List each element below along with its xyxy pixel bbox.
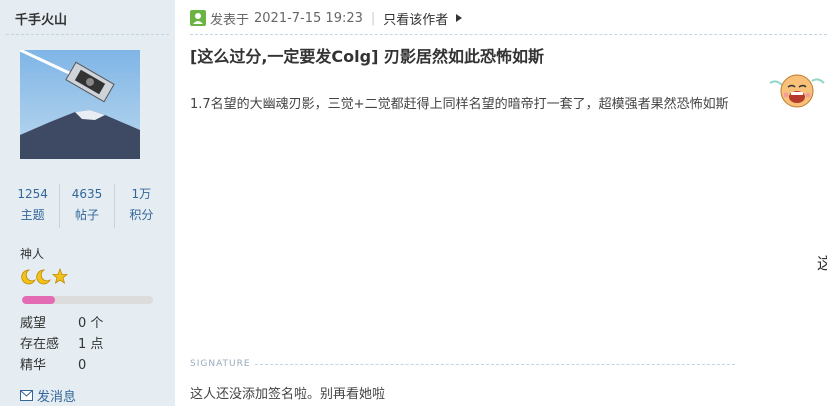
stat-credits[interactable]: 1万 积分 [113,184,168,228]
divider [190,34,827,35]
signature-text: 这人还没添加签名啦。别再看她啦 [190,387,386,402]
user-profile: 威望 0 个 存在感 1 点 精华 0 [20,313,103,376]
author-only-link[interactable]: 只看该作者 [383,9,448,28]
avatar[interactable] [20,50,140,159]
level-progress-fill [22,296,55,304]
post-content: 1.7名望的大幽魂刃影，三觉+二觉都赶得上同样名望的暗帝打一套了，超模强者果然恐… [190,97,729,112]
rank-stars [20,267,70,286]
posted-prefix: 发表于 [210,12,250,28]
post-meta: 发表于 2021-7-15 19:23 | 只看该作者 [190,9,463,28]
stat-threads[interactable]: 1254 主题 [6,184,59,228]
laughing-emoji-icon [768,71,826,115]
profile-row-presence: 存在感 1 点 [20,337,104,352]
signature-divider [255,364,735,365]
star-icon [51,267,69,284]
mail-icon [20,390,33,401]
signature-label: SIGNATURE [190,359,251,369]
stat-posts[interactable]: 4635 帖子 [59,184,113,228]
moon-icon [36,269,51,285]
user-stats: 1254 主题 4635 帖子 1万 积分 [6,184,168,228]
level-progress-bar [22,296,153,304]
user-grade: 神人 [20,247,45,261]
overflow-text: 这 [817,254,827,273]
post-title: [这么过分,一定要发Colg] 刃影居然如此恐怖如斯 [190,47,544,66]
username[interactable]: 千手火山 [15,9,67,28]
divider [6,34,169,35]
online-status-icon [190,10,206,26]
triangle-right-icon [456,14,463,22]
profile-row-digest: 精华 0 [20,358,87,373]
divider: | [370,10,376,26]
moon-icon [21,269,36,285]
author-sidebar: 千手火山 1254 主题 4635 帖子 1万 积分 神人 威望 0 个 存在感… [0,0,175,406]
profile-row-prestige: 威望 0 个 [20,316,104,331]
send-message-link[interactable]: 发消息 [20,386,76,405]
posted-time: 2021-7-15 19:23 [254,10,363,26]
